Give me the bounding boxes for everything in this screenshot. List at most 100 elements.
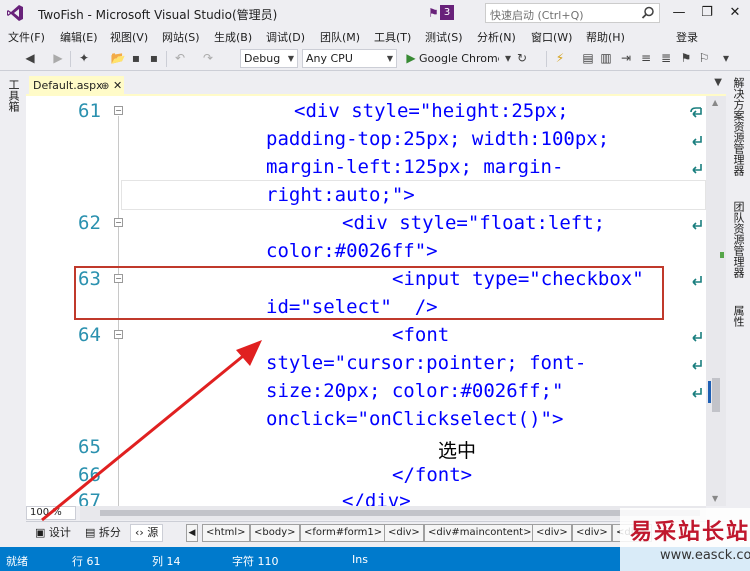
menu-build[interactable]: 生成(B)	[214, 29, 252, 45]
code-line: onclick="onClickselect()">	[266, 408, 564, 430]
start-debug-icon[interactable]: ▶	[403, 50, 419, 66]
scroll-down-icon[interactable]: ▼	[712, 494, 718, 503]
status-line: 行 61	[72, 555, 101, 568]
solution-configuration-select[interactable]: Debug ▼	[240, 49, 298, 68]
word-wrap-icon	[692, 360, 702, 370]
close-button[interactable]: ✕	[720, 2, 750, 24]
collapse-icon[interactable]: −	[114, 106, 123, 115]
menu-analyze[interactable]: 分析(N)	[477, 29, 516, 45]
collapse-icon[interactable]: −	[114, 218, 123, 227]
scroll-up-icon[interactable]: ▲	[712, 98, 718, 107]
uncomment-icon[interactable]: ≣	[658, 50, 674, 66]
design-view-button[interactable]: ▣ 设计	[30, 524, 76, 542]
watermark-url: www.easck.com	[660, 548, 750, 563]
design-icon: ▣	[35, 526, 49, 539]
chevron-down-icon: ▼	[386, 54, 393, 63]
team-explorer-tab[interactable]: 团队资源管理器	[731, 201, 745, 278]
pin-icon[interactable]: ⊕	[101, 79, 109, 95]
menu-tools[interactable]: 工具(T)	[374, 29, 411, 45]
login-link[interactable]: 登录	[676, 29, 698, 45]
comment-icon[interactable]: ≡	[638, 50, 654, 66]
menu-help[interactable]: 帮助(H)	[586, 29, 625, 45]
menu-test[interactable]: 测试(S)	[425, 29, 463, 45]
breadcrumb-prev-icon[interactable]: ◀	[186, 524, 198, 542]
open-file-icon[interactable]: 📂	[110, 50, 126, 66]
menu-file[interactable]: 文件(F)	[8, 29, 45, 45]
refresh-icon[interactable]: ↻	[514, 50, 530, 66]
solution-platform-select[interactable]: Any CPU ▼	[302, 49, 397, 68]
code-line: <div style="float:left;	[342, 212, 606, 234]
notification-button[interactable]: ⚑ 3	[428, 5, 456, 21]
breadcrumb-item[interactable]: <div>	[572, 524, 612, 542]
menu-website[interactable]: 网站(S)	[162, 29, 200, 45]
standard-toolbar: ◀ ▶ ✦ 📂 ▪ ▪ ↶ ↷ Debug ▼ Any CPU ▼ ▶ Goog…	[0, 47, 750, 71]
save-icon[interactable]: ▪	[128, 50, 144, 66]
view-icon[interactable]: ▥	[598, 50, 614, 66]
scrollbar-thumb[interactable]	[100, 510, 700, 516]
breadcrumb-item[interactable]: <div#maincontent>	[424, 524, 536, 542]
redo-icon[interactable]: ↷	[200, 50, 216, 66]
code-line: margin-left:125px; margin-	[266, 156, 564, 178]
toolbar-separator	[70, 51, 71, 67]
view-icon[interactable]: ▤	[580, 50, 596, 66]
breadcrumb-item[interactable]: <body>	[250, 524, 300, 542]
breadcrumb-item[interactable]: <div>	[532, 524, 572, 542]
back-icon[interactable]: ◀	[22, 50, 38, 66]
zoom-level-select[interactable]: 100 %	[26, 506, 76, 520]
notification-count: 3	[440, 5, 454, 20]
quick-launch-placeholder: 快速启动 (Ctrl+Q)	[490, 9, 584, 22]
restore-button[interactable]: ❐	[692, 2, 722, 24]
minimize-button[interactable]: —	[664, 2, 694, 24]
breadcrumb-item[interactable]: <html>	[202, 524, 250, 542]
split-label: 拆分	[98, 526, 121, 539]
status-column: 列 14	[152, 555, 181, 568]
line-number: 62	[78, 212, 101, 234]
line-number: 65	[78, 436, 101, 458]
solution-explorer-tab[interactable]: 解决方案资源管理器	[731, 77, 745, 176]
toolbar-options-icon[interactable]: ▾	[718, 50, 734, 66]
new-project-icon[interactable]: ✦	[76, 50, 92, 66]
vertical-scrollbar[interactable]: ▲ ▼	[706, 96, 726, 506]
breadcrumb-item[interactable]: <div>	[384, 524, 424, 542]
menu-edit[interactable]: 编辑(E)	[60, 29, 98, 45]
menu-view[interactable]: 视图(V)	[110, 29, 148, 45]
code-line: </font>	[392, 464, 473, 486]
close-tab-icon[interactable]: ✕	[113, 78, 122, 94]
bookmark-icon[interactable]: ⚑	[678, 50, 694, 66]
scrollbar-thumb[interactable]	[712, 378, 720, 412]
save-all-icon[interactable]: ▪	[146, 50, 162, 66]
code-editor[interactable]: − − − − 61 62 63 64 65 66 67 <div style=…	[26, 96, 706, 506]
title-bar: TwoFish - Microsoft Visual Studio(管理员) ⚑…	[0, 0, 750, 26]
indent-icon[interactable]: ⇥	[618, 50, 634, 66]
toolbar-separator	[546, 51, 547, 67]
source-view-button[interactable]: ‹› 源	[130, 524, 164, 542]
quick-launch-input[interactable]: 快速启动 (Ctrl+Q)	[485, 3, 660, 23]
undo-icon[interactable]: ↶	[172, 50, 188, 66]
menu-team[interactable]: 团队(M)	[320, 29, 360, 45]
flag-icon: ⚑	[428, 6, 439, 20]
toolbox-tab[interactable]: 工具箱	[6, 79, 20, 112]
menu-window[interactable]: 窗口(W)	[531, 29, 572, 45]
run-target-label[interactable]: Google Chrome	[419, 52, 499, 65]
split-view-button[interactable]: ▤ 拆分	[80, 524, 126, 542]
split-icon: ▤	[85, 526, 99, 539]
zoom-value: 100 %	[30, 507, 62, 518]
source-icon: ‹›	[135, 526, 148, 539]
collapse-icon[interactable]: −	[114, 330, 123, 339]
forward-icon[interactable]: ▶	[50, 50, 66, 66]
horizontal-scrollbar[interactable]	[80, 506, 706, 520]
tab-default-aspx[interactable]: Default.aspx ⊕ ✕	[29, 76, 124, 95]
browser-link-icon[interactable]: ⚡	[552, 50, 568, 66]
tab-overflow-icon[interactable]: ▼	[714, 77, 722, 88]
bookmark-next-icon[interactable]: ⚐	[696, 50, 712, 66]
line-number: 67	[78, 490, 101, 506]
source-label: 源	[147, 526, 159, 539]
annotation-highlight-box	[74, 266, 664, 320]
properties-tab[interactable]: 属性	[731, 305, 745, 327]
search-icon[interactable]	[641, 6, 655, 20]
breadcrumb-item[interactable]: <form#form1>	[300, 524, 387, 542]
menu-debug[interactable]: 调试(D)	[266, 29, 305, 45]
status-char: 字符 110	[232, 555, 279, 568]
line-number: 66	[78, 464, 101, 486]
status-insert-mode: Ins	[352, 553, 368, 566]
